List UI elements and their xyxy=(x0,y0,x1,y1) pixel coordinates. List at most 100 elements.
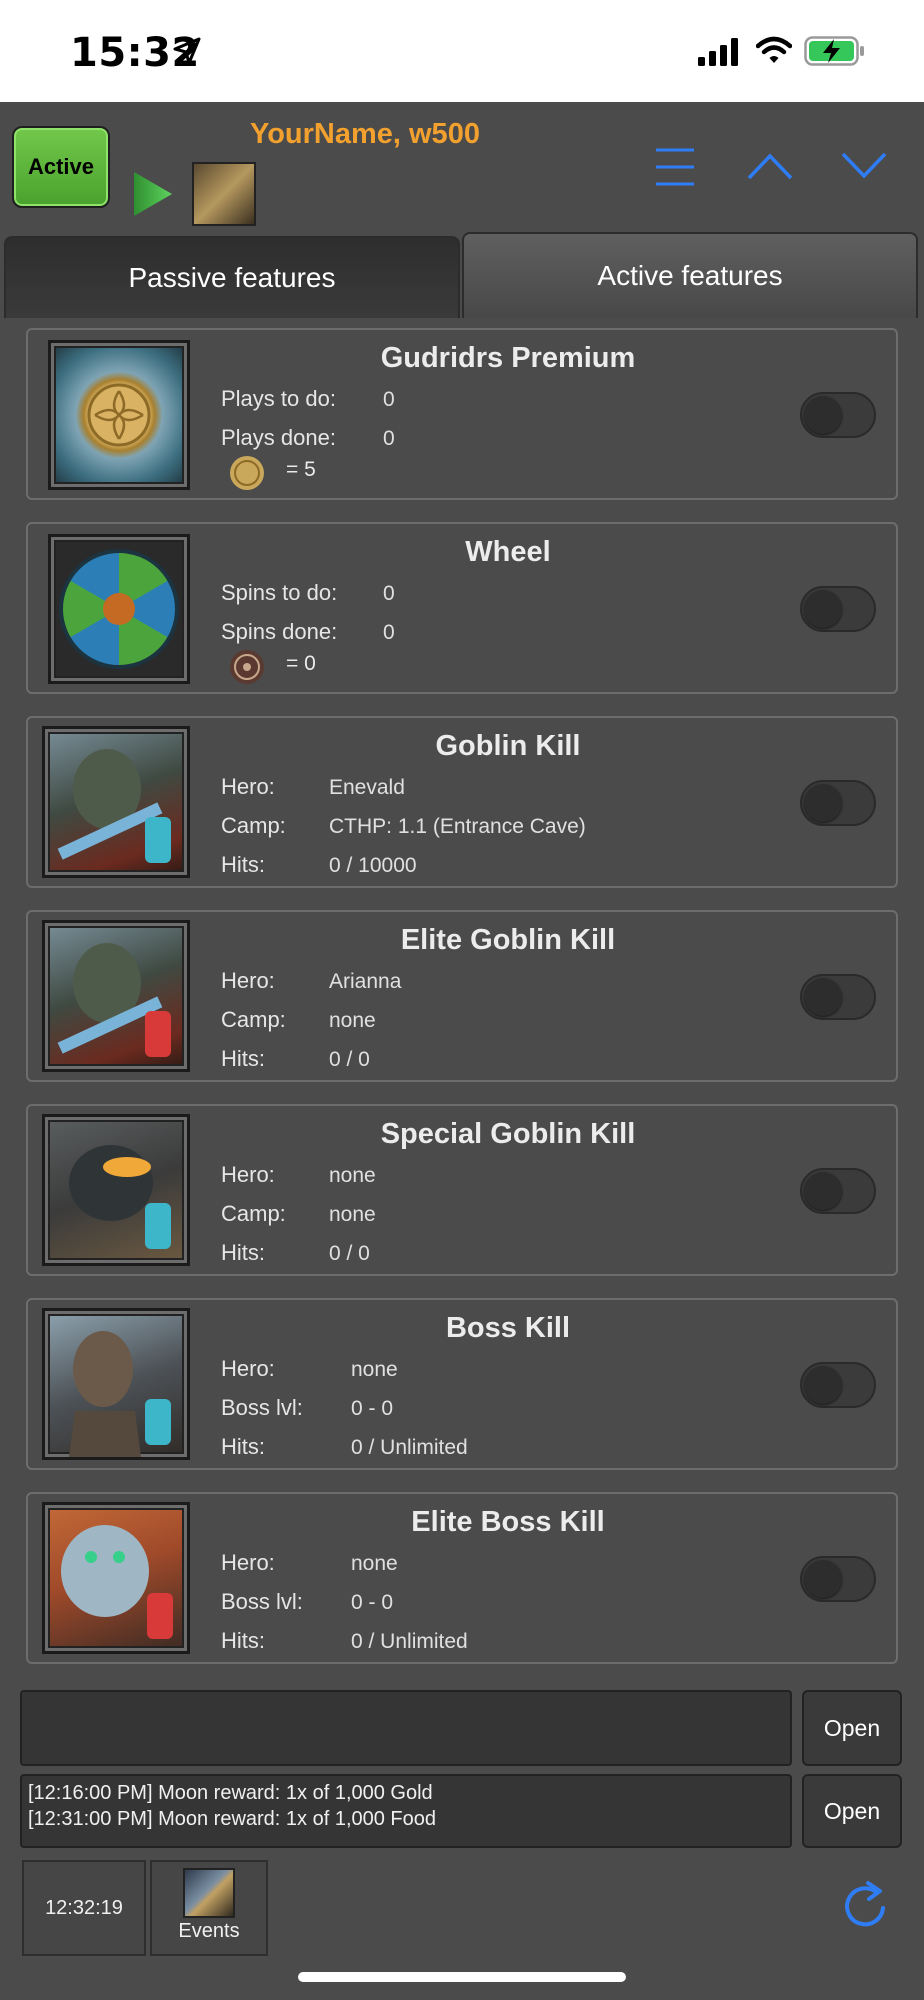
battery-charging-icon xyxy=(804,36,864,66)
boss-kill-icon xyxy=(42,1308,190,1460)
tab-active-features[interactable]: Active features xyxy=(462,232,918,318)
feature-list: Gudridrs Premium Plays to do: 0 Plays don… xyxy=(26,328,898,1686)
feature-title: Elite Goblin Kill xyxy=(400,924,616,956)
feature-title: Goblin Kill xyxy=(435,730,581,762)
feature-row-label: Spins to do: xyxy=(221,580,338,605)
feature-row-value: none xyxy=(329,1164,376,1187)
home-indicator[interactable] xyxy=(298,1972,626,1982)
feature-row-label: Camp: xyxy=(221,1201,286,1226)
play-icon[interactable] xyxy=(130,170,174,218)
clock: 12:32:19 xyxy=(22,1860,146,1956)
feature-row-value: none xyxy=(351,1552,398,1575)
token-count: = 0 xyxy=(286,652,316,675)
wifi-icon xyxy=(756,36,792,63)
feature-row-label: Hero: xyxy=(221,968,275,993)
feature-title: Wheel xyxy=(465,536,551,568)
toggle-knob xyxy=(804,1366,842,1404)
feature-row-value: 0 xyxy=(383,621,395,644)
feature-card-boss-kill: Boss Kill Hero: none Boss lvl: 0 - 0 Hits:… xyxy=(26,1298,898,1470)
status-bar: 15:32 xyxy=(0,0,924,102)
feature-row-label: Hits: xyxy=(221,1240,265,1265)
log-entry: [12:31:00 PM] Moon reward: 1x of 1,000 F… xyxy=(28,1808,437,1830)
menu-icon[interactable] xyxy=(654,146,696,188)
goblin-kill-icon xyxy=(42,726,190,878)
feature-row-value: 0 / Unlimited xyxy=(351,1436,468,1459)
feature-row-value: 0 xyxy=(383,427,395,450)
feature-row-value: 0 xyxy=(383,582,395,605)
feature-row-value: 0 / Unlimited xyxy=(351,1630,468,1653)
feature-toggle[interactable] xyxy=(800,974,876,1020)
toggle-knob xyxy=(804,784,842,822)
feature-row-value: none xyxy=(329,1203,376,1226)
feature-row-value: none xyxy=(351,1358,398,1381)
feature-toggle[interactable] xyxy=(800,1362,876,1408)
refresh-icon[interactable] xyxy=(840,1880,890,1930)
feature-row-value: Arianna xyxy=(329,970,402,993)
elite-boss-kill-icon xyxy=(42,1502,190,1654)
wheel-token-icon xyxy=(230,650,264,684)
feature-row-label: Boss lvl: xyxy=(221,1395,303,1420)
feature-row-value: CTHP: 1.1 (Entrance Cave) xyxy=(329,815,586,838)
events-label: Events xyxy=(178,1920,240,1942)
feature-row-label: Hits: xyxy=(221,1434,265,1459)
chevron-down-icon[interactable] xyxy=(840,150,888,182)
feature-toggle[interactable] xyxy=(800,392,876,438)
log-input-area[interactable] xyxy=(20,1690,792,1766)
feature-row-label: Hits: xyxy=(221,1628,265,1653)
scroll-icon[interactable] xyxy=(192,162,256,226)
wheel-icon xyxy=(48,534,190,684)
feature-card-goblin-kill: Goblin Kill Hero: Enevald Camp: CTHP: 1.1 … xyxy=(26,716,898,888)
events-icon xyxy=(183,1868,235,1918)
location-arrow-icon xyxy=(173,37,201,65)
log-entry: [12:16:00 PM] Moon reward: 1x of 1,000 G… xyxy=(28,1782,433,1804)
elite-goblin-kill-icon xyxy=(42,920,190,1072)
feature-row-value: 0 xyxy=(383,388,395,411)
chevron-up-icon[interactable] xyxy=(746,150,794,182)
coin-count: = 5 xyxy=(286,458,316,481)
feature-row-value: 0 - 0 xyxy=(351,1591,394,1614)
gudridrs-premium-icon xyxy=(48,340,190,490)
feature-row-label: Plays done: xyxy=(221,425,336,450)
feature-toggle[interactable] xyxy=(800,586,876,632)
feature-row-value: Enevald xyxy=(329,776,405,799)
feature-title: Elite Boss Kill xyxy=(411,1506,605,1538)
feature-row-label: Plays to do: xyxy=(221,386,336,411)
open-button[interactable]: Open xyxy=(802,1690,902,1766)
cellular-signal-icon xyxy=(698,38,738,66)
feature-row-value: 0 / 10000 xyxy=(329,854,417,877)
account-name: YourName, w500 xyxy=(250,118,480,150)
toggle-knob xyxy=(804,396,842,434)
feature-title: Special Goblin Kill xyxy=(380,1118,636,1150)
feature-row-label: Hits: xyxy=(221,1046,265,1071)
feature-row-value: 0 / 0 xyxy=(329,1048,370,1071)
feature-card-special-goblin-kill: Special Goblin Kill Hero: none Camp: none … xyxy=(26,1104,898,1276)
feature-row-label: Camp: xyxy=(221,1007,286,1032)
feature-toggle[interactable] xyxy=(800,1556,876,1602)
toggle-knob xyxy=(804,590,842,628)
feature-row-value: none xyxy=(329,1009,376,1032)
feature-toggle[interactable] xyxy=(800,1168,876,1214)
premium-coin-icon xyxy=(230,456,264,490)
feature-card-elite-boss-kill: Elite Boss Kill Hero: none Boss lvl: 0 - 0… xyxy=(26,1492,898,1664)
feature-row-label: Spins done: xyxy=(221,619,338,644)
feature-row-value: 0 / 0 xyxy=(329,1242,370,1265)
open-log-button[interactable]: Open xyxy=(802,1774,902,1848)
feature-card-gudridrs-premium: Gudridrs Premium Plays to do: 0 Plays don… xyxy=(26,328,898,500)
events-button[interactable]: Events xyxy=(150,1860,268,1956)
event-log[interactable]: [12:16:00 PM] Moon reward: 1x of 1,000 G… xyxy=(20,1774,792,1848)
special-goblin-kill-icon xyxy=(42,1114,190,1266)
feature-row-label: Hero: xyxy=(221,1550,275,1575)
feature-row-value: 0 - 0 xyxy=(351,1397,394,1420)
tab-passive-features[interactable]: Passive features xyxy=(4,236,460,318)
toggle-knob xyxy=(804,1172,842,1210)
feature-card-wheel: Wheel Spins to do: 0 Spins done: 0 = 0 xyxy=(26,522,898,694)
feature-toggle[interactable] xyxy=(800,780,876,826)
feature-row-label: Camp: xyxy=(221,813,286,838)
feature-title: Boss Kill xyxy=(445,1312,571,1344)
active-status-button[interactable]: Active xyxy=(12,126,110,208)
feature-row-label: Hero: xyxy=(221,1162,275,1187)
feature-row-label: Boss lvl: xyxy=(221,1589,303,1614)
feature-row-label: Hero: xyxy=(221,774,275,799)
toggle-knob xyxy=(804,1560,842,1598)
feature-row-label: Hero: xyxy=(221,1356,275,1381)
